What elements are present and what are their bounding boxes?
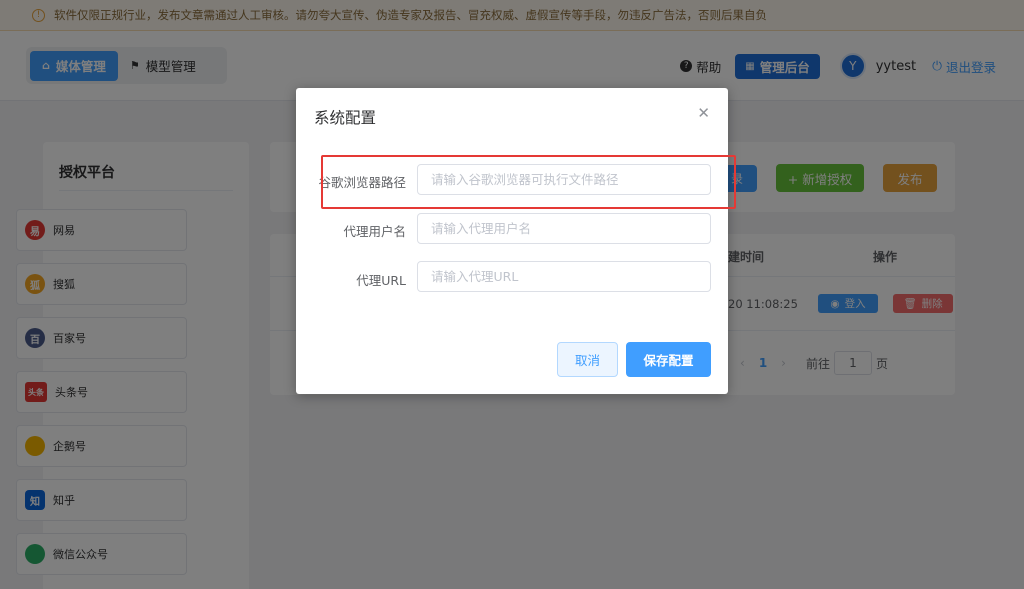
highlight-annotation — [321, 155, 736, 209]
proxy-username-input[interactable] — [417, 213, 711, 244]
proxy-username-label: 代理用户名 — [343, 224, 406, 239]
system-config-dialog: 系统配置 ✕ 谷歌浏览器路径 代理用户名 代理URL 取消 保存配置 — [296, 88, 728, 394]
close-icon[interactable]: ✕ — [697, 104, 710, 122]
proxy-url-label: 代理URL — [356, 273, 406, 288]
dialog-title: 系统配置 — [314, 109, 377, 127]
proxy-url-input[interactable] — [417, 261, 711, 292]
cancel-button[interactable]: 取消 — [557, 342, 618, 377]
save-config-button[interactable]: 保存配置 — [626, 342, 711, 377]
